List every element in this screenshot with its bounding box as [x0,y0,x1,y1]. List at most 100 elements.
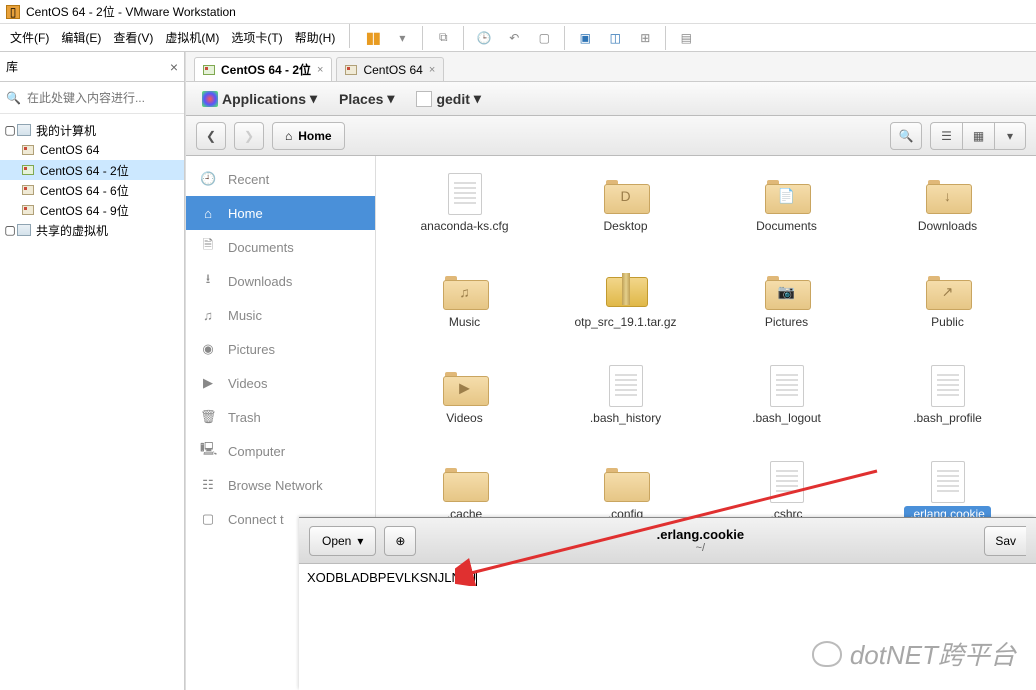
vm-icon [22,165,34,175]
view-grid-button[interactable]: ▦ [962,122,994,150]
pause-icon[interactable]: ▮▮ [358,24,386,52]
place-trash[interactable]: 🗑Trash [186,400,375,434]
documents-icon: 🗎 [200,236,216,258]
library-icon[interactable]: ▤ [672,24,700,52]
place-computer[interactable]: 🖳Computer [186,434,375,468]
place-videos[interactable]: ▶Videos [186,366,375,400]
tree-vm-0[interactable]: CentOS 64 [0,140,184,160]
file-item[interactable]: ↗ Public [869,266,1026,356]
vmware-logo-icon: ▯ [6,5,20,19]
file-item[interactable]: anaconda-ks.cfg [386,170,543,260]
view-list-button[interactable]: ☰ [930,122,962,150]
connect-icon: ▢ [200,511,216,527]
sidebar-close-icon[interactable]: × [170,59,178,75]
tree-vm-2[interactable]: CentOS 64 - 6位 [0,180,184,200]
folder-icon [604,464,648,500]
tree-vm-1[interactable]: CentOS 64 - 2位 [0,160,184,180]
place-recent[interactable]: 🕘Recent [186,162,375,196]
vm-icon [22,185,34,195]
gedit-save-button[interactable]: Sav [984,526,1026,556]
places-menu[interactable]: Places ▾ [331,86,402,111]
tree-vm-3[interactable]: CentOS 64 - 9位 [0,200,184,220]
snapshot-revert-icon[interactable]: ↶ [500,24,528,52]
tree-shared[interactable]: ▢ 共享的虚拟机 [0,220,184,240]
power-dropdown-icon[interactable]: ▾ [388,24,416,52]
file-label: Music [443,314,486,330]
menu-tabs[interactable]: 选项卡(T) [225,25,288,50]
tab-inactive[interactable]: CentOS 64 × [336,57,444,81]
pictures-icon: ◉ [200,341,216,357]
file-item[interactable]: DDesktop [547,170,704,260]
tab-close-icon[interactable]: × [317,64,323,76]
place-pictures[interactable]: ◉Pictures [186,332,375,366]
search-button[interactable]: 🔍 [890,122,922,150]
archive-icon [606,273,646,307]
applications-menu[interactable]: Applications ▾ [194,86,325,111]
folder-icon: 📷 [765,272,809,308]
file-item[interactable]: 📄Documents [708,170,865,260]
thumbnail-icon[interactable]: ⊞ [631,24,659,52]
menu-vm[interactable]: 虚拟机(M) [159,25,225,50]
file-item[interactable]: ↓Downloads [869,170,1026,260]
file-item[interactable]: .bash_logout [708,362,865,452]
nav-back-button[interactable]: ❮ [196,122,226,150]
folder-icon: ↗ [926,272,970,308]
unity-icon[interactable]: ◫ [601,24,629,52]
sidebar-title: 库 [6,58,18,75]
place-downloads[interactable]: ⭳Downloads [186,264,375,298]
snapshot-take-icon[interactable]: 🕒 [470,24,498,52]
menu-help[interactable]: 帮助(H) [289,25,342,50]
gedit-open-button[interactable]: Open▾ [309,526,376,556]
place-home[interactable]: ⌂Home [186,196,375,230]
gedit-menu[interactable]: gedit ▾ [408,86,488,111]
home-icon: ⌂ [200,206,216,221]
file-item[interactable]: .bash_profile [869,362,1026,452]
vm-icon [203,65,215,75]
file-label: .bash_logout [746,410,827,426]
menu-view[interactable]: 查看(V) [107,25,159,50]
menu-edit[interactable]: 编辑(E) [55,25,107,50]
breadcrumb-home[interactable]: ⌂ Home [272,122,345,150]
computer-icon: 🖳 [200,440,216,462]
file-label: anaconda-ks.cfg [414,218,514,234]
nav-forward-button[interactable]: ❯ [234,122,264,150]
menubar: 文件(F) 编辑(E) 查看(V) 虚拟机(M) 选项卡(T) 帮助(H) ▮▮… [0,24,1036,52]
shared-icon [17,224,31,236]
videos-icon: ▶ [200,375,216,391]
document-icon [770,461,804,503]
snapshot-icon[interactable]: ⧉ [429,24,457,52]
document-icon [609,365,643,407]
document-icon [931,461,965,503]
file-item[interactable]: 📷Pictures [708,266,865,356]
menu-file[interactable]: 文件(F) [4,25,55,50]
computer-icon [17,124,31,136]
tree-my-computer[interactable]: ▢ 我的计算机 [0,120,184,140]
gedit-icon [416,91,432,107]
vm-tree: ▢ 我的计算机 CentOS 64 CentOS 64 - 2位 CentOS … [0,114,184,246]
file-item[interactable]: ▶Videos [386,362,543,452]
folder-icon: D [604,176,648,212]
place-browse[interactable]: ☷Browse Network [186,468,375,502]
file-item[interactable]: otp_src_19.1.tar.gz [547,266,704,356]
file-label: .bash_profile [907,410,988,426]
fullscreen-icon[interactable]: ▣ [571,24,599,52]
snapshot-manage-icon[interactable]: ▢ [530,24,558,52]
view-down-button[interactable]: ▾ [994,122,1026,150]
place-documents[interactable]: 🗎Documents [186,230,375,264]
file-label: otp_src_19.1.tar.gz [568,314,682,330]
tab-close-icon[interactable]: × [429,64,435,76]
network-icon: ☷ [200,477,216,493]
file-label: Videos [440,410,488,426]
trash-icon: 🗑 [200,409,216,425]
files-toolbar: ❮ ❯ ⌂ Home 🔍 ☰ ▦ ▾ [186,116,1036,156]
music-icon: ♫ [200,308,216,323]
file-item[interactable]: .bash_history [547,362,704,452]
gedit-new-button[interactable]: ⊕ [384,526,416,556]
search-input[interactable] [27,91,182,105]
file-label: Public [925,314,970,330]
tab-active[interactable]: CentOS 64 - 2位 × [194,57,332,81]
titlebar: ▯ CentOS 64 - 2位 - VMware Workstation [0,0,1036,24]
file-item[interactable]: ♫Music [386,266,543,356]
vm-icon [22,145,34,155]
place-music[interactable]: ♫Music [186,298,375,332]
